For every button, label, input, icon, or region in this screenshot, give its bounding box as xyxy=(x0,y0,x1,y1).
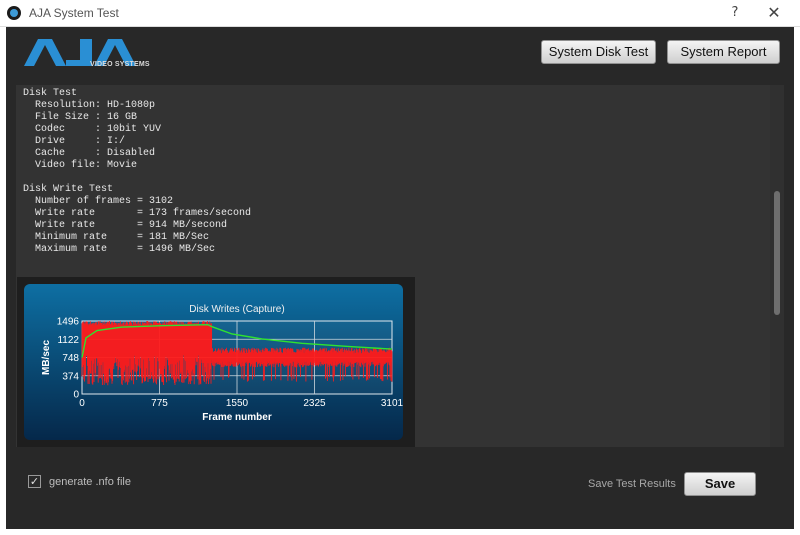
results-line: Codec : 10bit YUV xyxy=(23,124,162,135)
y-tick-label: 374 xyxy=(62,371,79,382)
generate-nfo-checkbox[interactable]: ✓ xyxy=(28,475,41,488)
help-icon[interactable]: ? xyxy=(722,3,748,23)
save-test-results-label: Save Test Results xyxy=(588,478,676,490)
y-tick-label: 748 xyxy=(62,353,79,364)
results-text: Disk Test Resolution: HD-1080p File Size… xyxy=(23,88,251,256)
results-line: Write rate = 914 MB/second xyxy=(23,220,228,231)
y-tick-label: 1496 xyxy=(57,317,80,328)
chart-frame: 0 775 1550 2325 3101 0 374 748 1122 1496 Disk Writ… xyxy=(17,277,415,447)
results-line: Video file: Movie xyxy=(23,160,138,171)
results-line: Disk Test xyxy=(23,88,78,99)
results-gap xyxy=(23,172,251,184)
save-button[interactable]: Save xyxy=(684,472,756,496)
system-disk-test-button[interactable]: System Disk Test xyxy=(541,40,656,64)
x-axis-label: Frame number xyxy=(202,412,272,423)
results-line: Minimum rate = 181 MB/Sec xyxy=(23,232,210,243)
generate-nfo-label: generate .nfo file xyxy=(49,476,131,488)
main-window: VIDEO SYSTEMS System Disk Test System Re… xyxy=(6,27,794,529)
results-pane[interactable]: Disk Test Resolution: HD-1080p File Size… xyxy=(16,85,770,447)
results-line: Resolution: HD-1080p xyxy=(23,100,156,111)
results-line: Drive : I:/ xyxy=(23,136,126,147)
results-line: Number of frames = 3102 xyxy=(23,196,174,207)
y-tick-label: 0 xyxy=(73,390,79,401)
vertical-scrollbar[interactable] xyxy=(770,85,784,447)
system-report-button[interactable]: System Report xyxy=(667,40,780,64)
scrollbar-thumb[interactable] xyxy=(774,191,780,315)
results-line: Cache : Disabled xyxy=(23,148,156,159)
x-tick-label: 2325 xyxy=(303,398,326,409)
x-tick-label: 775 xyxy=(151,398,168,409)
close-icon[interactable]: ✕ xyxy=(761,3,787,23)
results-line: Disk Write Test xyxy=(23,184,114,195)
results-line: Write rate = 173 frames/second xyxy=(23,208,252,219)
aja-app-icon xyxy=(7,6,21,20)
x-tick-label: 1550 xyxy=(226,398,249,409)
window-title: AJA System Test xyxy=(29,6,119,20)
chart-title: Disk Writes (Capture) xyxy=(189,304,284,315)
logo-subtitle: VIDEO SYSTEMS xyxy=(90,61,150,68)
disk-writes-chart: 0 775 1550 2325 3101 0 374 748 1122 1496 Disk Writ… xyxy=(41,304,404,423)
y-axis-label: MB/sec xyxy=(41,340,52,375)
x-tick-label: 0 xyxy=(79,398,85,409)
results-line: Maximum rate = 1496 MB/Sec xyxy=(23,244,216,255)
title-bar: AJA System Test ? ✕ xyxy=(0,0,800,27)
x-tick-label: 3101 xyxy=(381,398,404,409)
results-line: File Size : 16 GB xyxy=(23,112,138,123)
y-tick-label: 1122 xyxy=(57,335,79,346)
